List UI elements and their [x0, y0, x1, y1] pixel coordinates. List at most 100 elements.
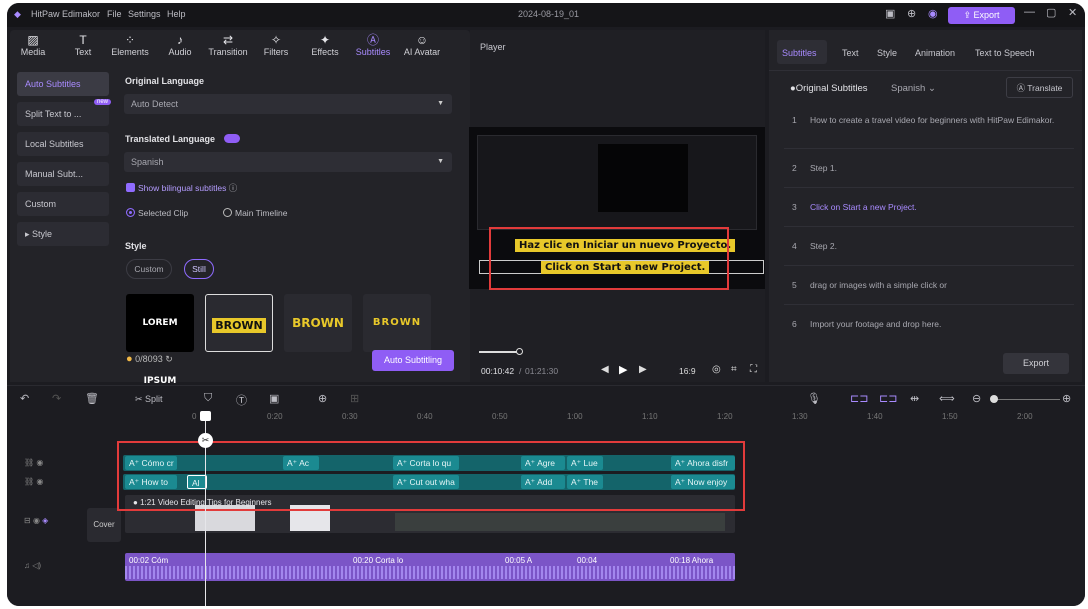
menu-help[interactable]: Help [167, 9, 186, 19]
link-icon[interactable]: ⊏⊐ [850, 392, 868, 405]
tab-text-to-speech[interactable]: Text to Speech [975, 48, 1035, 58]
zoom-out-icon[interactable]: ⊖ [972, 392, 981, 405]
nav-manual-subtitles[interactable]: Manual Subt... [17, 162, 109, 186]
style-card-lorem[interactable]: LOREM IPSUM [126, 294, 194, 386]
tab-style[interactable]: Style [877, 48, 897, 58]
maximize-icon[interactable]: ▢ [1046, 6, 1056, 19]
snapshot-icon[interactable]: ◎ [712, 364, 721, 375]
row-text[interactable]: Click on Start a new Project. [810, 202, 1060, 213]
nav-style[interactable]: ▸ Style [17, 222, 109, 246]
menu-settings[interactable]: Settings [128, 9, 161, 19]
close-icon[interactable]: ✕ [1068, 6, 1077, 19]
export-clip-icon[interactable]: ⊞ [350, 392, 359, 405]
tab-text[interactable]: Text [842, 48, 859, 58]
magnet-icon[interactable]: ⊏⊐ [879, 392, 897, 405]
row-text[interactable]: Step 1. [810, 163, 1060, 174]
row-text[interactable]: Step 2. [810, 241, 1060, 252]
download-icon[interactable]: ⊕ [907, 7, 916, 20]
tool-ai-avatar[interactable]: ☺ AI Avatar [399, 33, 445, 57]
subtitle-row[interactable]: 5 drag or images with a simple click or [784, 280, 1074, 305]
text-box-icon[interactable]: Ⓣ [236, 392, 247, 408]
subtitle-row[interactable]: 1 How to create a travel video for beginn… [784, 115, 1074, 149]
refresh-icon[interactable]: ↻ [165, 354, 173, 364]
link-icon[interactable]: ⛓ [24, 477, 34, 486]
subtitle-row-active[interactable]: 3 Click on Start a new Project. [784, 202, 1074, 227]
expand-icon[interactable]: ⟺ [939, 392, 955, 405]
link-icon[interactable]: ⛓ [24, 458, 34, 467]
minimize-icon[interactable]: — [1024, 6, 1035, 18]
style-card-brown-3[interactable]: BROWN [363, 294, 431, 352]
volume-icon[interactable]: ◁) [32, 561, 41, 570]
export-subtitles-button[interactable]: Export [1003, 353, 1069, 374]
aspect-ratio[interactable]: 16:9 [679, 366, 696, 376]
playhead-handle[interactable] [200, 411, 211, 421]
style-still-pill[interactable]: Still [184, 259, 214, 279]
tool-audio[interactable]: ♪ Audio [157, 33, 203, 57]
auto-subtitling-button[interactable]: Auto Subtitling [372, 350, 454, 371]
scope-main-timeline[interactable]: Main Timeline [223, 208, 287, 218]
nav-auto-subtitles[interactable]: Auto Subtitles [17, 72, 109, 96]
eye-icon[interactable]: ◉ [33, 516, 40, 525]
crop-icon[interactable]: ⌗ [731, 364, 737, 375]
translated-language-select[interactable]: Spanish ▼ [124, 152, 452, 172]
zoom-slider[interactable] [992, 399, 1060, 400]
language-select[interactable]: Spanish ⌄ [891, 83, 936, 94]
tool-transition[interactable]: ⇄ Transition [205, 33, 251, 57]
subtitle-row[interactable]: 6 Import your footage and drop here. [784, 319, 1074, 344]
next-frame-icon[interactable]: ▶ [639, 364, 647, 375]
ai-icon[interactable]: ▣ [269, 392, 279, 405]
redo-icon[interactable]: ↷ [52, 392, 61, 405]
audio-track[interactable]: 00:02 Cóm 00:20 Corta lo 00:05 A 00:04 0… [125, 553, 735, 581]
bilingual-checkbox[interactable]: Show bilingual subtitles ⓘ [126, 182, 237, 194]
tool-text[interactable]: T Text [60, 33, 106, 57]
nav-local-subtitles[interactable]: Local Subtitles [17, 132, 109, 156]
cover-button[interactable]: Cover [87, 508, 121, 542]
fullscreen-icon[interactable]: ⛶ [750, 364, 757, 375]
tab-animation[interactable]: Animation [915, 48, 955, 58]
style-card-brown-2[interactable]: BROWN [284, 294, 352, 352]
tool-subtitles[interactable]: Ⓐ Subtitles [350, 33, 396, 57]
eye-icon[interactable]: ◉ [36, 477, 43, 486]
menu-file[interactable]: File [107, 9, 122, 19]
delete-icon[interactable]: 🗑 [85, 392, 99, 405]
progress-handle[interactable] [516, 348, 523, 355]
nav-split-text[interactable]: Split Text to ... [17, 102, 109, 126]
tab-subtitles-label[interactable]: Subtitles [782, 48, 817, 58]
style-card-brown-selected[interactable]: BROWN [205, 294, 273, 352]
original-language-select[interactable]: Auto Detect ▼ [124, 94, 452, 114]
scissors-marker-icon[interactable]: ✂ [198, 433, 213, 448]
record-icon[interactable]: ⊕ [318, 392, 327, 405]
mute-icon[interactable]: ◈ [42, 516, 48, 525]
tool-media[interactable]: ▨ Media [10, 33, 56, 57]
tool-effects[interactable]: ✦ Effects [302, 33, 348, 57]
row-text[interactable]: How to create a travel video for beginne… [810, 115, 1060, 126]
style-custom-pill[interactable]: Custom [126, 259, 172, 279]
prev-frame-icon[interactable]: ◀ [601, 364, 609, 375]
tool-elements[interactable]: ⁘ Elements [107, 33, 153, 57]
shield-icon[interactable]: ⛉ [204, 392, 212, 405]
account-icon[interactable]: ◉ [928, 7, 938, 20]
microphone-icon[interactable]: 🎙 [807, 392, 821, 405]
timeline-ruler[interactable]: 0 0:20 0:30 0:40 0:50 1:00 1:10 1:20 1:3… [127, 412, 1085, 426]
zoom-in-icon[interactable]: ⊕ [1062, 392, 1071, 405]
feedback-icon[interactable]: ▣ [885, 7, 895, 20]
zoom-handle[interactable] [990, 395, 998, 403]
fit-icon[interactable]: ⇹ [910, 392, 919, 405]
music-icon[interactable]: ♫ [24, 561, 30, 570]
nav-custom[interactable]: Custom [17, 192, 109, 216]
split-button[interactable]: ✂ Split [135, 394, 163, 405]
subtitle-row[interactable]: 4 Step 2. [784, 241, 1074, 266]
translate-button[interactable]: Ⓐ Translate [1006, 77, 1073, 98]
tool-filters[interactable]: ✧ Filters [253, 33, 299, 57]
row-text[interactable]: drag or images with a simple click or [810, 280, 1060, 291]
translate-toggle[interactable] [224, 134, 240, 143]
row-text[interactable]: Import your footage and drop here. [810, 319, 1060, 330]
scope-selected-clip[interactable]: Selected Clip [126, 208, 188, 218]
eye-icon[interactable]: ◉ [36, 458, 43, 467]
play-icon[interactable]: ▶ [619, 363, 627, 376]
export-button[interactable]: ⇪ Export [948, 7, 1015, 24]
lock-icon[interactable]: ⊟ [24, 516, 31, 525]
progress-bar[interactable] [479, 351, 519, 353]
subtitle-row[interactable]: 2 Step 1. [784, 163, 1074, 188]
undo-icon[interactable]: ↶ [20, 392, 29, 405]
